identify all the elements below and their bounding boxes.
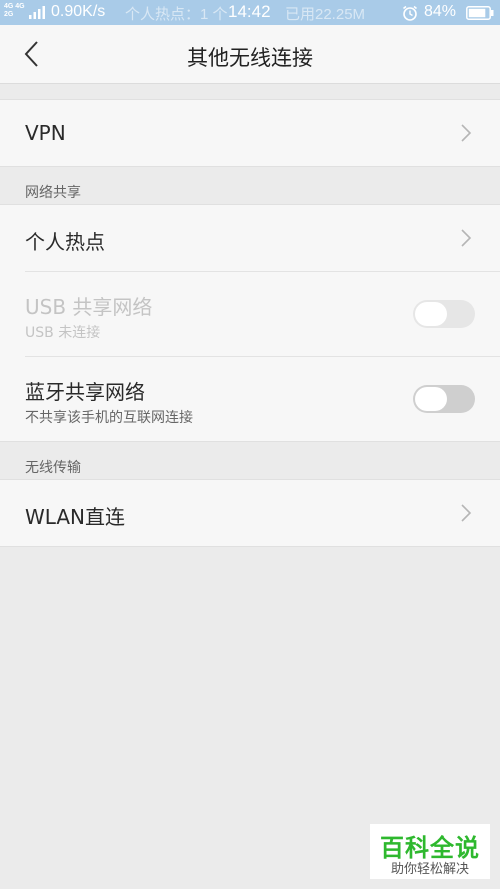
app-header: 其他无线连接 xyxy=(0,25,500,84)
section-label-network-sharing: 网络共享 xyxy=(25,185,81,201)
network-type-bottom: 2G xyxy=(4,11,14,18)
wireless-transfer-group: WLAN直连 xyxy=(0,479,500,547)
section-label-wireless-transfer: 无线传输 xyxy=(25,460,81,476)
bluetooth-tethering-label: 蓝牙共享网络 xyxy=(25,380,145,404)
personal-hotspot-label: 个人热点 xyxy=(25,230,105,254)
vpn-group: VPN xyxy=(0,99,500,167)
bluetooth-tethering-row[interactable]: 蓝牙共享网络 不共享该手机的互联网连接 xyxy=(0,357,500,441)
chevron-right-icon xyxy=(461,229,472,247)
chevron-right-icon xyxy=(461,124,472,142)
watermark-logo: 百科全说 助你轻松解决 xyxy=(370,824,490,879)
wlan-direct-row[interactable]: WLAN直连 xyxy=(0,480,500,546)
network-speed: 0.90K/s xyxy=(51,3,106,20)
network-type-top: 4G 4G xyxy=(4,3,25,10)
vpn-row[interactable]: VPN xyxy=(0,100,500,166)
signal-icon xyxy=(29,6,45,19)
battery-percent: 84% xyxy=(424,3,457,20)
status-bar: 4G 4G 2G 0.90K/s 个人热点：1 个 14:42 已用22.25M… xyxy=(0,0,500,25)
network-type-indicator: 4G 4G 2G xyxy=(4,3,25,19)
page-title: 其他无线连接 xyxy=(187,46,313,70)
alarm-icon xyxy=(403,5,417,21)
bluetooth-tethering-status: 不共享该手机的互联网连接 xyxy=(25,410,193,426)
bluetooth-tethering-toggle[interactable] xyxy=(413,385,475,413)
usb-tethering-status: USB 未连接 xyxy=(25,325,101,341)
wlan-direct-label: WLAN直连 xyxy=(25,505,126,529)
clock: 14:42 xyxy=(228,2,271,21)
usb-tethering-toggle xyxy=(413,300,475,328)
toggle-knob xyxy=(415,387,447,411)
network-sharing-group: 个人热点 USB 共享网络 USB 未连接 蓝牙共享网络 不共享该手机的互联网连… xyxy=(0,204,500,442)
battery-icon xyxy=(466,6,494,20)
watermark-subtitle: 助你轻松解决 xyxy=(390,862,469,877)
data-used-text: 已用22.25M xyxy=(285,6,366,23)
usb-tethering-label: USB 共享网络 xyxy=(25,295,153,319)
chevron-right-icon xyxy=(461,504,472,522)
usb-tethering-row: USB 共享网络 USB 未连接 xyxy=(0,272,500,356)
hotspot-status-text: 个人热点：1 个 xyxy=(125,6,228,23)
vpn-label: VPN xyxy=(25,121,66,145)
personal-hotspot-row[interactable]: 个人热点 xyxy=(0,205,500,271)
toggle-knob xyxy=(415,302,447,326)
